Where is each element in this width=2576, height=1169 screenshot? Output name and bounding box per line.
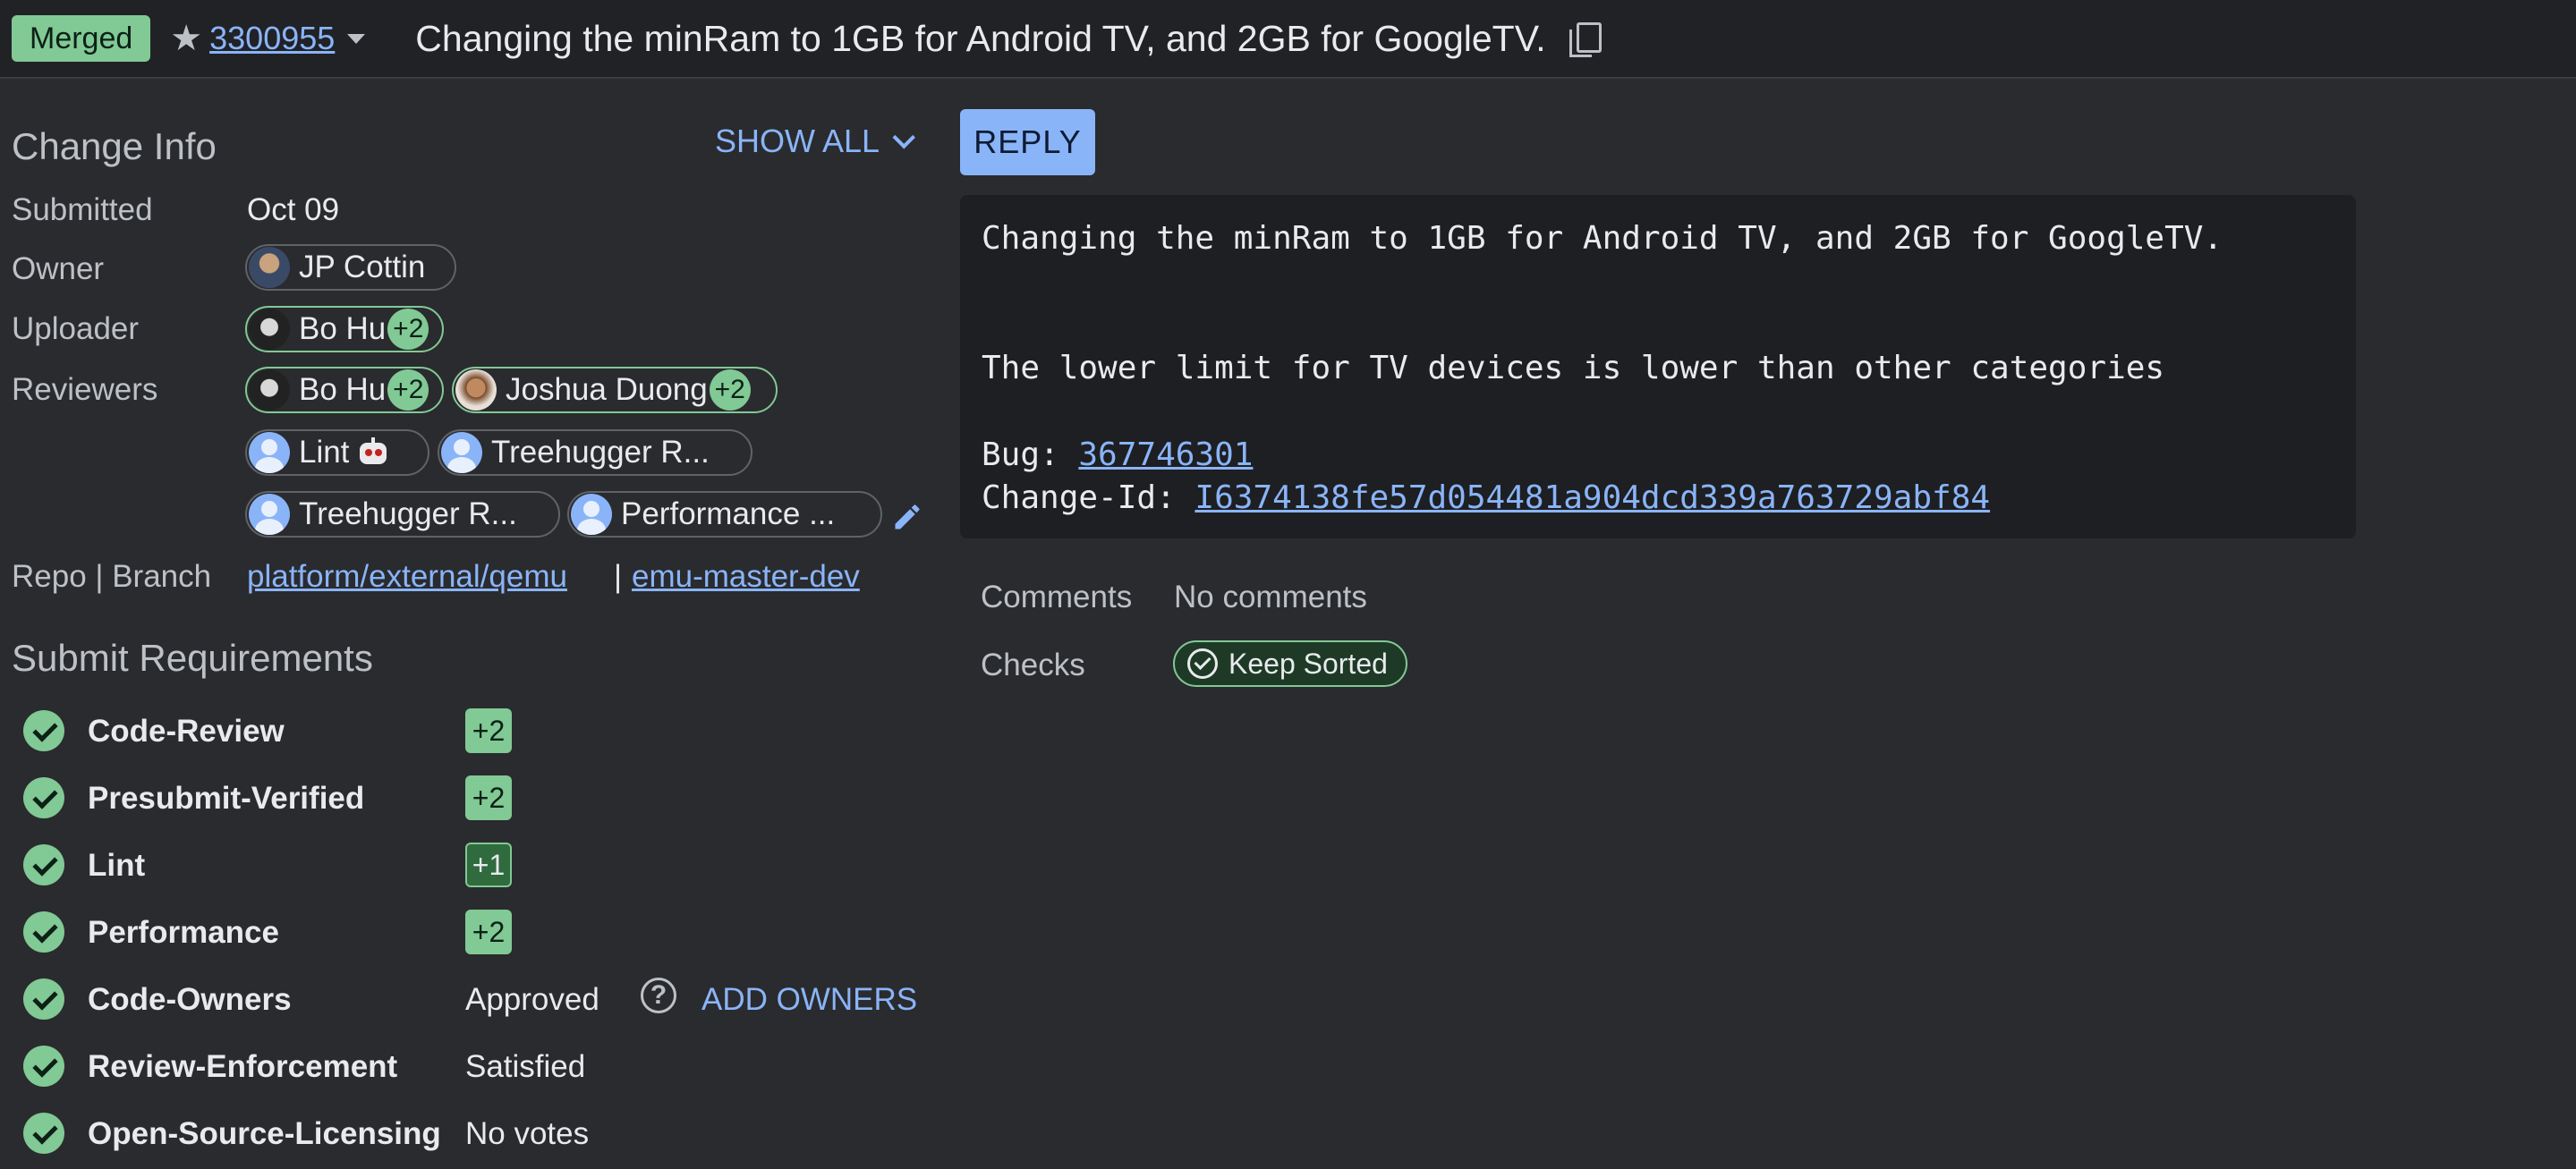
copy-icon[interactable] [1569, 21, 1602, 57]
uploader-label: Uploader [12, 311, 140, 346]
reviewer-name: Treehugger R... [491, 435, 710, 470]
requirement-name: Lint [88, 848, 146, 883]
check-circle-icon [23, 1046, 64, 1087]
reviewer-name: Joshua Duong [506, 372, 708, 407]
star-icon[interactable]: ★ [170, 18, 202, 59]
check-circle-icon [23, 844, 64, 885]
show-all-button[interactable]: SHOW ALL [715, 123, 916, 160]
vote-chip[interactable]: +2 [465, 708, 512, 753]
requirement-row[interactable]: Performance +2 [23, 910, 1007, 954]
chevron-down-icon [892, 126, 916, 149]
owner-label: Owner [12, 251, 105, 286]
repo-branch-separator: | [614, 559, 623, 594]
change-number-link[interactable]: 3300955 [209, 20, 335, 57]
requirement-name: Code-Review [88, 714, 285, 749]
check-name: Keep Sorted [1228, 647, 1388, 680]
vote-badge: +2 [387, 369, 429, 411]
check-circle-icon [23, 777, 64, 818]
bug-label: Bug: [982, 436, 1079, 473]
reply-button[interactable]: REPLY [960, 109, 1095, 175]
change-id-link[interactable]: I6374138fe57d054481a904dcd339a763729abf8… [1194, 479, 1990, 516]
pencil-icon[interactable] [891, 501, 923, 533]
requirement-row[interactable]: Code-Owners Approved ? ADD OWNERS [23, 977, 1007, 1021]
vote-chip[interactable]: +1 [465, 843, 512, 887]
submitted-label: Submitted [12, 192, 153, 227]
check-circle-icon [23, 911, 64, 953]
requirement-name: Presubmit-Verified [88, 781, 365, 816]
uploader-name: Bo Hu [299, 311, 387, 346]
checks-label: Checks [981, 648, 1085, 682]
change-subject: Changing the minRam to 1GB for Android T… [415, 17, 1546, 59]
check-circle-icon [23, 1113, 64, 1154]
requirement-row[interactable]: Code-Review +2 [23, 708, 1007, 753]
bug-line: Bug: 367746301 [982, 436, 1253, 473]
requirement-name: Performance [88, 915, 279, 950]
comments-label: Comments [981, 580, 1133, 614]
reviewer-chip[interactable]: Treehugger R... [438, 429, 752, 476]
vote-badge: +2 [709, 369, 751, 411]
help-icon[interactable]: ? [641, 978, 676, 1013]
avatar [249, 247, 290, 288]
submitted-value: Oct 09 [247, 192, 340, 227]
branch-link[interactable]: emu-master-dev [632, 559, 860, 595]
repo-branch-label: Repo | Branch [12, 559, 212, 594]
commit-body-line: The lower limit for TV devices is lower … [982, 350, 2165, 386]
reviewer-chip[interactable]: Performance ... [567, 491, 882, 538]
check-circle-icon [1187, 648, 1218, 679]
avatar [571, 494, 612, 535]
avatar [455, 369, 497, 411]
requirement-row[interactable]: Review-Enforcement Satisfied [23, 1044, 1007, 1089]
commit-message: Changing the minRam to 1GB for Android T… [960, 195, 2356, 538]
requirement-name: Review-Enforcement [88, 1049, 398, 1084]
reviewer-chip[interactable]: Lint [245, 429, 429, 476]
check-circle-icon [23, 710, 64, 751]
uploader-chip[interactable]: Bo Hu +2 [245, 306, 444, 352]
reviewer-chip[interactable]: Joshua Duong +2 [452, 367, 778, 413]
requirement-row[interactable]: Lint +1 [23, 843, 1007, 887]
vote-badge: +2 [387, 309, 429, 350]
change-id-label: Change-Id: [982, 479, 1195, 516]
requirement-name: Code-Owners [88, 982, 292, 1017]
show-all-label: SHOW ALL [715, 123, 880, 159]
requirement-status: Satisfied [465, 1049, 586, 1084]
change-id-line: Change-Id: I6374138fe57d054481a904dcd339… [982, 479, 1990, 516]
commit-subject-line: Changing the minRam to 1GB for Android T… [982, 220, 2223, 257]
avatar [249, 432, 290, 473]
owner-name: JP Cottin [299, 250, 426, 284]
comments-value: No comments [1174, 580, 1367, 614]
avatar [249, 309, 290, 350]
robot-icon [358, 437, 388, 468]
vote-chip[interactable]: +2 [465, 910, 512, 954]
bug-link[interactable]: 367746301 [1078, 436, 1253, 473]
reviewer-name: Treehugger R... [299, 496, 517, 531]
check-chip-keep-sorted[interactable]: Keep Sorted [1173, 640, 1407, 687]
reviewer-chip[interactable]: Treehugger R... [245, 491, 560, 538]
requirement-row[interactable]: Presubmit-Verified +2 [23, 775, 1007, 820]
check-circle-icon [23, 978, 64, 1020]
reviewer-chip[interactable]: Bo Hu +2 [245, 367, 444, 413]
reviewer-name: Lint [299, 435, 350, 470]
vote-chip[interactable]: +2 [465, 775, 512, 820]
avatar [441, 432, 482, 473]
requirement-row[interactable]: Open-Source-Licensing No votes [23, 1111, 1007, 1156]
change-info-title: Change Info [12, 125, 217, 167]
requirement-status: Approved [465, 982, 599, 1017]
requirement-name: Open-Source-Licensing [88, 1116, 441, 1151]
chevron-down-icon[interactable] [347, 33, 366, 44]
reviewer-name: Performance ... [621, 496, 836, 531]
avatar [249, 494, 290, 535]
reviewer-name: Bo Hu [299, 372, 387, 407]
change-header: Merged ★ 3300955 Changing the minRam to … [0, 0, 2576, 79]
requirement-status: No votes [465, 1116, 590, 1151]
submit-requirements-title: Submit Requirements [12, 637, 373, 679]
owner-chip[interactable]: JP Cottin [245, 244, 456, 291]
repo-link[interactable]: platform/external/qemu [247, 559, 567, 595]
status-badge: Merged [12, 15, 151, 62]
avatar [249, 369, 290, 411]
reviewers-label: Reviewers [12, 372, 158, 407]
add-owners-button[interactable]: ADD OWNERS [701, 982, 917, 1018]
